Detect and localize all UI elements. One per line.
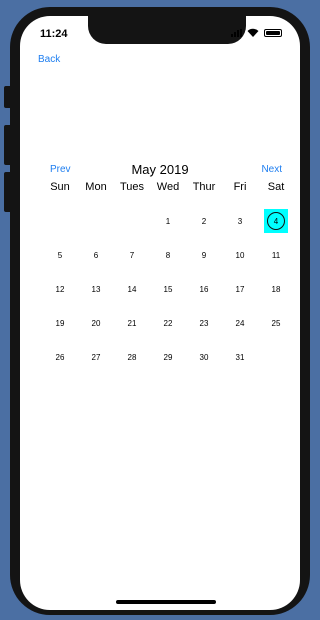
day-label: 22 — [163, 318, 173, 328]
day-cell[interactable]: 19 — [42, 306, 78, 340]
day-cell[interactable]: 25 — [258, 306, 294, 340]
day-label: 20 — [91, 318, 101, 328]
signal-icon — [231, 28, 242, 37]
status-time: 11:24 — [40, 28, 68, 40]
day-cell[interactable]: 14 — [114, 272, 150, 306]
wifi-icon — [247, 28, 259, 37]
day-cell[interactable]: 13 — [78, 272, 114, 306]
day-cell[interactable]: 23 — [186, 306, 222, 340]
day-cell[interactable]: 9 — [186, 238, 222, 272]
weekday-label: Sat — [267, 181, 285, 193]
day-label: 24 — [235, 318, 245, 328]
day-label: 3 — [237, 216, 243, 226]
weekday-label: Sun — [50, 181, 70, 193]
calendar-grid: 1 2 3 4 5 6 7 8 9 10 11 12 13 14 15 16 17 18 19 20 21 22 23 24 2… — [42, 204, 294, 374]
day-cell[interactable]: 8 — [150, 238, 186, 272]
day-cell[interactable]: 17 — [222, 272, 258, 306]
day-label: 8 — [165, 250, 171, 260]
day-label: 7 — [129, 250, 135, 260]
screen: 11:24 Back May 2019 Prev Next Sun Mon Tues… — [20, 16, 300, 610]
day-label: 15 — [163, 284, 173, 294]
day-cell[interactable]: 1 — [150, 204, 186, 238]
day-label: 16 — [199, 284, 209, 294]
day-cell[interactable]: 31 — [222, 340, 258, 374]
day-label: 1 — [165, 216, 171, 226]
day-cell[interactable]: 5 — [42, 238, 78, 272]
day-label: 17 — [235, 284, 245, 294]
selection-highlight: 4 — [264, 209, 288, 233]
day-label: 19 — [55, 318, 65, 328]
day-cell[interactable]: 18 — [258, 272, 294, 306]
home-indicator[interactable] — [116, 600, 216, 604]
back-button[interactable]: Back — [38, 54, 60, 65]
day-cell[interactable]: 22 — [150, 306, 186, 340]
weekday-label: Thur — [192, 181, 216, 193]
weekday-header: Sun Mon Tues Wed Thur Fri Sat — [42, 181, 294, 193]
day-label: 26 — [55, 352, 65, 362]
ring-switch — [4, 86, 10, 108]
day-label: 11 — [271, 250, 281, 260]
day-label: 12 — [55, 284, 65, 294]
day-label: 4 — [273, 216, 279, 226]
day-cell[interactable]: 15 — [150, 272, 186, 306]
day-cell[interactable]: 10 — [222, 238, 258, 272]
day-label: 10 — [235, 250, 245, 260]
day-cell[interactable]: 12 — [42, 272, 78, 306]
day-blank — [78, 204, 114, 238]
day-label: 9 — [201, 250, 207, 260]
day-label: 25 — [271, 318, 281, 328]
day-label: 13 — [91, 284, 101, 294]
today-ring: 4 — [267, 212, 285, 230]
day-label: 5 — [57, 250, 63, 260]
next-month-button[interactable]: Next — [261, 164, 282, 175]
weekday-label: Mon — [85, 181, 107, 193]
day-label: 14 — [127, 284, 137, 294]
day-cell-selected[interactable]: 4 — [258, 204, 294, 238]
day-cell[interactable]: 7 — [114, 238, 150, 272]
day-blank — [42, 204, 78, 238]
day-label: 30 — [199, 352, 209, 362]
prev-month-button[interactable]: Prev — [50, 164, 71, 175]
weekday-label: Fri — [233, 181, 247, 193]
day-label: 21 — [127, 318, 137, 328]
calendar-header: May 2019 Prev Next — [20, 162, 300, 178]
day-label: 29 — [163, 352, 173, 362]
day-cell[interactable]: 27 — [78, 340, 114, 374]
day-cell[interactable]: 21 — [114, 306, 150, 340]
day-label: 18 — [271, 284, 281, 294]
day-cell[interactable]: 2 — [186, 204, 222, 238]
notch — [88, 16, 246, 44]
day-cell[interactable]: 16 — [186, 272, 222, 306]
day-label: 6 — [93, 250, 99, 260]
day-blank — [114, 204, 150, 238]
day-cell[interactable]: 26 — [42, 340, 78, 374]
day-cell[interactable]: 6 — [78, 238, 114, 272]
status-icons — [231, 28, 282, 37]
day-cell[interactable]: 24 — [222, 306, 258, 340]
day-label: 27 — [91, 352, 101, 362]
day-label: 31 — [235, 352, 245, 362]
volume-down-button — [4, 172, 10, 212]
battery-icon — [264, 28, 282, 37]
day-cell[interactable]: 30 — [186, 340, 222, 374]
weekday-label: Tues — [119, 181, 145, 193]
day-cell[interactable]: 29 — [150, 340, 186, 374]
day-label: 2 — [201, 216, 207, 226]
day-cell[interactable]: 20 — [78, 306, 114, 340]
weekday-label: Wed — [156, 181, 180, 193]
day-label: 28 — [127, 352, 137, 362]
day-cell[interactable]: 3 — [222, 204, 258, 238]
day-cell[interactable]: 11 — [258, 238, 294, 272]
day-label: 23 — [199, 318, 209, 328]
day-cell[interactable]: 28 — [114, 340, 150, 374]
volume-up-button — [4, 125, 10, 165]
